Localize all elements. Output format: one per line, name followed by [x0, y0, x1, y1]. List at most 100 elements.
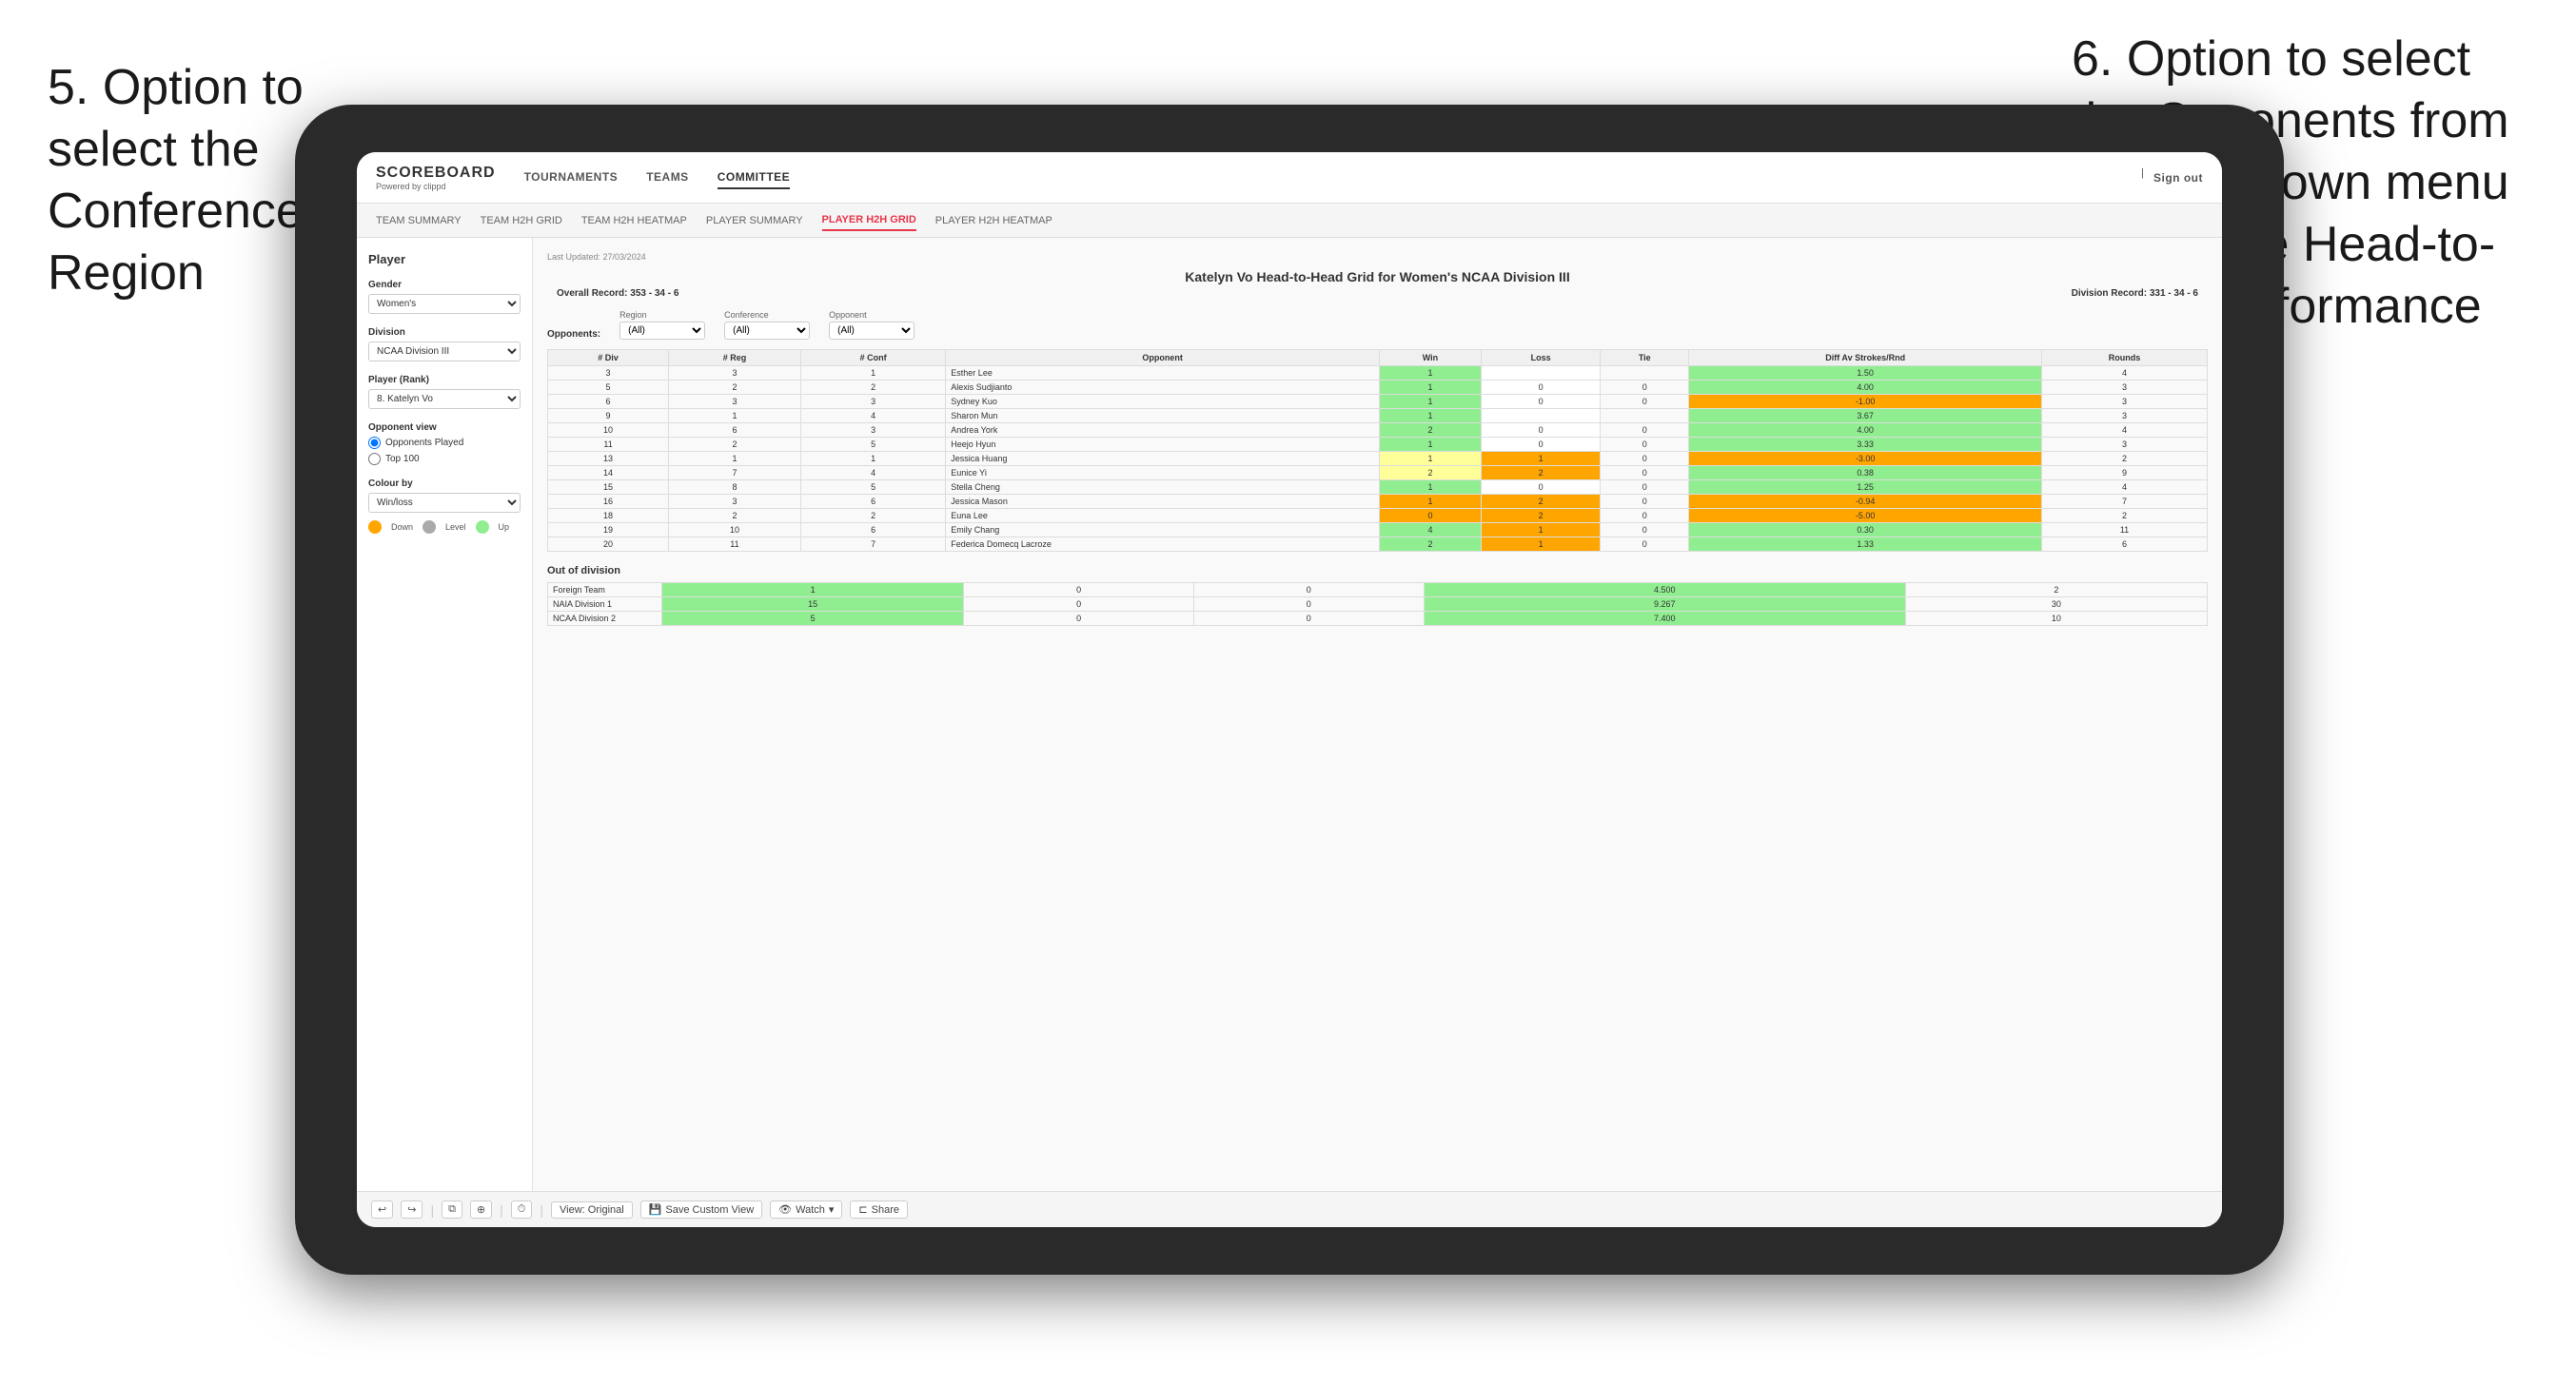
sidebar-colour-section: Colour by Win/loss Down Level Up [368, 478, 521, 534]
cell-tie: 0 [1601, 466, 1689, 480]
ood-cell-name: Foreign Team [548, 583, 662, 597]
cell-rounds: 6 [2042, 537, 2208, 552]
cell-loss: 2 [1482, 466, 1601, 480]
sidebar-gender-section: Gender Women's [368, 280, 521, 314]
cell-win: 1 [1379, 409, 1481, 423]
view-original-btn[interactable]: View: Original [551, 1201, 633, 1219]
radio-opponents-played[interactable]: Opponents Played [368, 437, 521, 449]
cell-conf: 6 [800, 495, 945, 509]
ood-table-row: NAIA Division 1 15 0 0 9.267 30 [548, 597, 2208, 612]
sub-nav-player-summary[interactable]: PLAYER SUMMARY [706, 211, 803, 230]
cell-loss: 1 [1482, 523, 1601, 537]
cell-conf: 5 [800, 480, 945, 495]
colour-by-select[interactable]: Win/loss [368, 493, 521, 513]
cell-div: 20 [548, 537, 669, 552]
cell-diff: 0.38 [1689, 466, 2042, 480]
opponent-select[interactable]: (All) [829, 322, 914, 340]
save-custom-btn[interactable]: 💾 Save Custom View [640, 1201, 762, 1219]
cell-win: 0 [1379, 509, 1481, 523]
sub-nav-team-h2h-heatmap[interactable]: TEAM H2H HEATMAP [581, 211, 687, 230]
copy-button[interactable]: ⧉ [442, 1201, 462, 1219]
cell-diff: 3.33 [1689, 438, 2042, 452]
cell-opponent: Federica Domecq Lacroze [946, 537, 1380, 552]
cell-tie: 0 [1601, 381, 1689, 395]
chevron-down-icon: ▾ [829, 1203, 835, 1216]
cell-tie: 0 [1601, 509, 1689, 523]
cell-conf: 7 [800, 537, 945, 552]
cell-div: 16 [548, 495, 669, 509]
player-rank-select[interactable]: 8. Katelyn Vo [368, 389, 521, 409]
redo-button[interactable]: ↪ [401, 1201, 423, 1219]
cell-loss: 0 [1482, 438, 1601, 452]
cell-opponent: Jessica Mason [946, 495, 1380, 509]
cell-loss [1482, 409, 1601, 423]
records-row: Overall Record: 353 - 34 - 6 Division Re… [547, 288, 2208, 299]
table-row: 18 2 2 Euna Lee 0 2 0 -5.00 2 [548, 509, 2208, 523]
nav-item-teams[interactable]: TEAMS [646, 166, 689, 189]
table-row: 9 1 4 Sharon Mun 1 3.67 3 [548, 409, 2208, 423]
sign-out-link[interactable]: Sign out [2153, 167, 2203, 188]
cell-rounds: 3 [2042, 381, 2208, 395]
division-select[interactable]: NCAA Division III [368, 342, 521, 361]
radio-top-100[interactable]: Top 100 [368, 453, 521, 465]
gender-select[interactable]: Women's [368, 294, 521, 314]
watch-icon: 👁 [778, 1203, 792, 1216]
col-win: Win [1379, 350, 1481, 366]
data-area: Last Updated: 27/03/2024 Katelyn Vo Head… [533, 238, 2222, 1191]
cell-rounds: 3 [2042, 438, 2208, 452]
watch-btn[interactable]: 👁 Watch ▾ [770, 1201, 842, 1219]
cell-div: 19 [548, 523, 669, 537]
ood-cell-win: 15 [662, 597, 964, 612]
col-loss: Loss [1482, 350, 1601, 366]
cell-rounds: 9 [2042, 466, 2208, 480]
share-btn[interactable]: ⊏ Share [850, 1201, 908, 1219]
cell-diff: 4.00 [1689, 423, 2042, 438]
clock-button[interactable]: ⏱ [511, 1201, 533, 1219]
sub-nav-team-summary[interactable]: TEAM SUMMARY [376, 211, 462, 230]
cell-loss: 0 [1482, 381, 1601, 395]
cell-div: 10 [548, 423, 669, 438]
cell-rounds: 2 [2042, 509, 2208, 523]
save-icon: 💾 [649, 1203, 662, 1216]
cell-reg: 10 [669, 523, 801, 537]
table-row: 3 3 1 Esther Lee 1 1.50 4 [548, 366, 2208, 381]
cell-reg: 2 [669, 509, 801, 523]
cell-loss: 1 [1482, 537, 1601, 552]
cell-loss: 0 [1482, 395, 1601, 409]
cell-opponent: Heejo Hyun [946, 438, 1380, 452]
cell-opponent: Sydney Kuo [946, 395, 1380, 409]
ood-cell-tie: 0 [1193, 583, 1424, 597]
sub-nav-team-h2h-grid[interactable]: TEAM H2H GRID [481, 211, 562, 230]
main-content: Player Gender Women's Division NCAA Divi… [357, 238, 2222, 1191]
paste-button[interactable]: ⊕ [470, 1201, 492, 1219]
nav-items: TOURNAMENTS TEAMS COMMITTEE [524, 166, 2142, 189]
cell-tie: 0 [1601, 438, 1689, 452]
sub-nav-player-h2h-grid[interactable]: PLAYER H2H GRID [822, 210, 916, 231]
cell-diff: 1.50 [1689, 366, 2042, 381]
nav-item-tournaments[interactable]: TOURNAMENTS [524, 166, 619, 189]
cell-diff: -3.00 [1689, 452, 2042, 466]
cell-win: 1 [1379, 495, 1481, 509]
cell-tie [1601, 409, 1689, 423]
conference-select[interactable]: (All) [724, 322, 810, 340]
cell-div: 9 [548, 409, 669, 423]
col-tie: Tie [1601, 350, 1689, 366]
save-custom-label: Save Custom View [665, 1204, 754, 1216]
region-select[interactable]: (All) [619, 322, 705, 340]
cell-conf: 2 [800, 509, 945, 523]
sidebar-player-title: Player [368, 252, 521, 266]
nav-right: | Sign out [2141, 167, 2203, 188]
cell-tie: 0 [1601, 452, 1689, 466]
cell-win: 1 [1379, 452, 1481, 466]
nav-item-committee[interactable]: COMMITTEE [718, 166, 791, 189]
cell-diff: 0.30 [1689, 523, 2042, 537]
cell-diff: -0.94 [1689, 495, 2042, 509]
ood-cell-loss: 0 [964, 597, 1194, 612]
ood-cell-name: NCAA Division 2 [548, 612, 662, 626]
toolbar-sep-3: | [540, 1202, 543, 1218]
table-row: 11 2 5 Heejo Hyun 1 0 0 3.33 3 [548, 438, 2208, 452]
sub-nav-player-h2h-heatmap[interactable]: PLAYER H2H HEATMAP [935, 211, 1052, 230]
watch-label: Watch [796, 1204, 825, 1216]
undo-button[interactable]: ↩ [371, 1201, 393, 1219]
cell-rounds: 7 [2042, 495, 2208, 509]
